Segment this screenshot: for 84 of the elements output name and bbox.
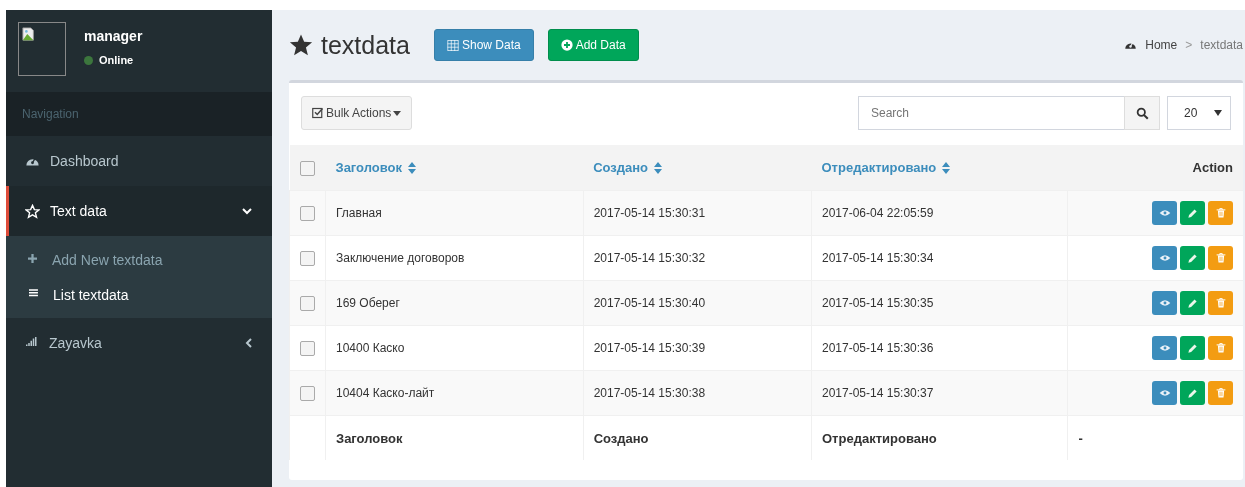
trash-icon <box>1215 207 1226 219</box>
page-title: textdata <box>321 30 410 60</box>
eye-icon <box>1158 344 1171 352</box>
sidebar-item[interactable]: Text data <box>6 186 272 236</box>
table-cell: 2017-05-14 15:30:40 <box>583 280 812 326</box>
submenu-item[interactable]: Add New textdata <box>6 242 272 277</box>
view-button[interactable] <box>1152 246 1177 270</box>
view-button[interactable] <box>1152 336 1177 360</box>
select-all-checkbox[interactable] <box>299 160 315 176</box>
view-button[interactable] <box>1152 381 1177 405</box>
table-cell: 2017-05-14 15:30:38 <box>583 370 812 416</box>
table-icon <box>446 39 459 51</box>
edit-button[interactable] <box>1180 336 1205 360</box>
plus-icon <box>28 253 40 266</box>
delete-button[interactable] <box>1208 336 1233 360</box>
breadcrumb-separator: > <box>1185 38 1193 52</box>
view-button[interactable] <box>1152 201 1177 225</box>
edit-button[interactable] <box>1180 381 1205 405</box>
star-icon <box>289 33 313 57</box>
star-icon <box>25 203 40 219</box>
pencil-icon <box>1187 387 1198 399</box>
caret-down-icon <box>1214 110 1222 116</box>
user-name: manager <box>84 28 143 44</box>
status-dot <box>84 55 93 65</box>
nav-header: Navigation <box>6 92 272 136</box>
table-cell: 2017-05-14 15:30:37 <box>811 370 1068 416</box>
footer-cell: - <box>1067 415 1243 460</box>
footer-cell: Заголовок <box>325 415 584 460</box>
edit-button[interactable] <box>1180 246 1205 270</box>
row-checkbox[interactable] <box>300 250 315 266</box>
search-button[interactable] <box>1124 96 1160 130</box>
plus-circle-icon <box>560 39 573 51</box>
footer-cell: Отредактировано <box>811 415 1068 460</box>
table-cell: 169 Оберег <box>325 280 584 326</box>
sort-icon <box>942 161 951 174</box>
delete-button[interactable] <box>1208 381 1233 405</box>
column-header: Action <box>1192 160 1233 175</box>
pencil-icon <box>1187 252 1198 264</box>
eye-icon <box>1158 254 1171 262</box>
trash-icon <box>1215 342 1226 354</box>
edit-button[interactable] <box>1180 291 1205 315</box>
view-button[interactable] <box>1152 291 1177 315</box>
footer-cell: Создано <box>583 415 812 460</box>
table-cell: 2017-06-04 22:05:59 <box>811 190 1068 236</box>
delete-button[interactable] <box>1208 201 1233 225</box>
row-checkbox[interactable] <box>300 295 315 311</box>
table-cell: 2017-05-14 15:30:31 <box>583 190 812 236</box>
chevron-left-icon <box>245 338 252 348</box>
status-text: Online <box>99 54 134 66</box>
eye-icon <box>1158 389 1171 397</box>
search-icon <box>1135 106 1149 120</box>
row-checkbox[interactable] <box>300 340 315 356</box>
pencil-icon <box>1187 207 1198 219</box>
breadcrumb-link[interactable]: Home <box>1145 38 1178 52</box>
show-data-button[interactable]: Show Data <box>433 29 534 61</box>
trash-icon <box>1215 387 1226 399</box>
sidebar-item[interactable]: Dashboard <box>6 136 272 186</box>
trash-icon <box>1215 252 1226 264</box>
table-cell: 10404 Каско-лайт <box>325 370 584 416</box>
caret-down-icon <box>393 110 402 116</box>
delete-button[interactable] <box>1208 291 1233 315</box>
row-checkbox[interactable] <box>300 385 315 401</box>
table-cell: 2017-05-14 15:30:35 <box>811 280 1068 326</box>
page-size-select[interactable]: 20 <box>1167 96 1231 130</box>
eye-icon <box>1158 209 1171 217</box>
checkbox-icon <box>312 107 324 119</box>
breadcrumb-current: textdata <box>1200 38 1243 52</box>
pencil-icon <box>1187 297 1198 309</box>
sort-icon <box>654 161 663 174</box>
chevron-down-icon <box>242 207 252 215</box>
broken-image-icon <box>22 26 36 42</box>
table-cell: Главная <box>325 190 584 236</box>
signal-bars-icon <box>25 337 39 349</box>
submenu-item[interactable]: List textdata <box>6 277 272 312</box>
sort-icon <box>408 161 417 174</box>
sidebar-item[interactable]: Zayavka <box>6 318 272 368</box>
delete-button[interactable] <box>1208 246 1233 270</box>
eye-icon <box>1158 299 1171 307</box>
row-checkbox[interactable] <box>300 205 315 221</box>
pencil-icon <box>1187 342 1198 354</box>
trash-icon <box>1215 297 1226 309</box>
bulk-actions-button[interactable]: Bulk Actions <box>301 96 413 130</box>
search-field[interactable]: Search <box>858 96 1124 130</box>
edit-button[interactable] <box>1180 201 1205 225</box>
